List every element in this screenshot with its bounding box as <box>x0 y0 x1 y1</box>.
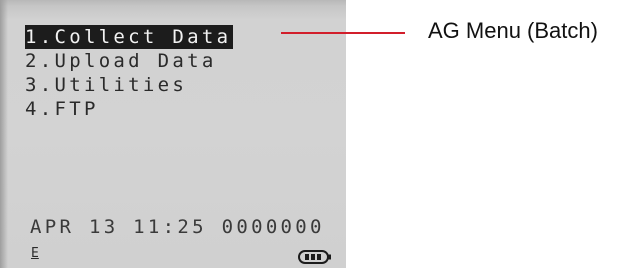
menu-item-label: 2.Upload Data <box>25 50 217 72</box>
menu-item-collect-data[interactable]: 1.Collect Data <box>25 25 234 49</box>
battery-icon <box>298 250 331 264</box>
menu-item-utilities[interactable]: 3.Utilities <box>25 73 233 97</box>
callout-label: AG Menu (Batch) <box>428 18 598 43</box>
menu-item-label: 3.Utilities <box>25 74 188 96</box>
terminal-screen: 1.Collect Data 2.Upload Data 3.Utilities… <box>0 0 346 268</box>
status-line: APR 13 11:25 0000000 <box>30 216 325 238</box>
callout-line <box>281 32 405 34</box>
menu-item-upload-data[interactable]: 2.Upload Data <box>25 49 233 73</box>
menu-item-ftp[interactable]: 4.FTP <box>25 97 233 121</box>
menu-item-label: 1.Collect Data <box>25 25 234 49</box>
main-menu: 1.Collect Data 2.Upload Data 3.Utilities… <box>25 25 234 121</box>
input-mode-indicator: E <box>31 246 39 261</box>
menu-item-label: 4.FTP <box>25 98 99 120</box>
